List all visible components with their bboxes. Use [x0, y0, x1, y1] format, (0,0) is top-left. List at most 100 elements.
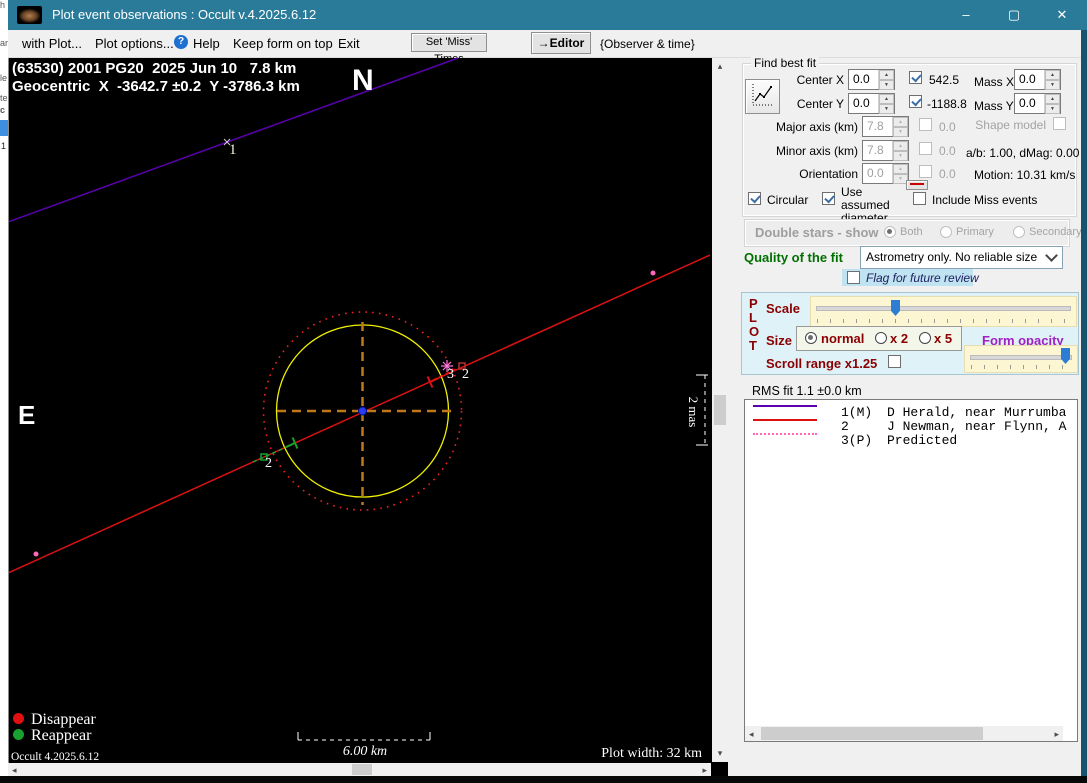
- double-secondary-label: Secondary: [1029, 226, 1082, 238]
- observer-id: 3(P): [841, 433, 872, 448]
- reappear-dot: [13, 729, 24, 740]
- plot-horizontal-scrollbar[interactable]: ◂ ▸: [8, 763, 711, 776]
- bg-fragment: 1: [1, 141, 6, 151]
- observer-name: Predicted: [887, 433, 957, 448]
- observer-row[interactable]: 2 J Newman, near Flynn, A: [745, 419, 1077, 434]
- scroll-left-arrow[interactable]: ◂: [12, 765, 17, 776]
- occult-version-label: Occult 4.2025.6.12: [11, 751, 99, 763]
- flag-review-checkbox[interactable]: [847, 271, 860, 284]
- scroll-up-arrow[interactable]: ▴: [712, 61, 728, 72]
- legend-disappear-label: Disappear: [31, 711, 96, 728]
- chord2-number-upper: 2: [462, 367, 469, 383]
- bg-fragment: c: [0, 105, 5, 115]
- plot-header-line2: Geocentric X -3642.7 ±0.2 Y -3786.3 km: [12, 78, 300, 95]
- predicted-point-lower: [34, 552, 39, 557]
- minor-axis-label: Minor axis (km): [740, 144, 858, 158]
- horizontal-scroll-thumb[interactable]: [352, 764, 372, 775]
- major-axis-alt-value: 0.0: [939, 120, 956, 134]
- scroll-range-label: Scroll range x1.25: [766, 356, 877, 371]
- control-panel: Find best fit Center X 0.0▲▼ 542.5 Mass …: [728, 58, 1081, 776]
- chart-icon: [747, 80, 778, 111]
- menu-help[interactable]: Help: [193, 36, 220, 51]
- plot-vertical-scrollbar[interactable]: ▴ ▾: [712, 58, 728, 762]
- motion-label: Motion: 10.31 km/s: [974, 168, 1075, 182]
- orientation-checkbox: [919, 165, 932, 178]
- observer-listbox[interactable]: 1(M) D Herald, near Murrumba 2 J Newman,…: [744, 399, 1078, 742]
- double-secondary-radio: [1013, 226, 1025, 238]
- scale-bar: [298, 732, 430, 740]
- scale-slider[interactable]: [810, 296, 1077, 327]
- use-assumed-checkbox[interactable]: [822, 192, 835, 205]
- legend-reappear-label: Reappear: [31, 727, 91, 744]
- form-opacity-slider[interactable]: [964, 345, 1078, 373]
- plot-options-panel: P L O T Scale Size normal x 2 x 5 Form o…: [741, 292, 1079, 375]
- observer-scroll-right-arrow[interactable]: ▸: [1054, 729, 1059, 740]
- disappear-dot: [13, 713, 24, 724]
- minimize-button[interactable]: –: [945, 0, 987, 30]
- size-normal-radio[interactable]: [805, 332, 817, 344]
- observer-row[interactable]: 1(M) D Herald, near Murrumba: [745, 405, 1077, 420]
- center-x-spinner[interactable]: 0.0▲▼: [848, 69, 895, 90]
- close-button[interactable]: ✕: [1041, 0, 1083, 30]
- include-miss-checkbox[interactable]: [913, 192, 926, 205]
- size-x5-label: x 5: [934, 331, 952, 346]
- major-axis-checkbox: [919, 118, 932, 131]
- fit-chart-button[interactable]: [745, 79, 780, 114]
- mass-y-label: Mass Y: [974, 99, 1014, 113]
- find-best-fit-label: Find best fit: [751, 56, 819, 70]
- maximize-button[interactable]: ▢: [993, 0, 1035, 30]
- include-miss-label: Include Miss events: [932, 193, 1037, 207]
- observer-id: 2: [841, 419, 849, 434]
- chord1-line-sample: [753, 405, 817, 407]
- observer-list-scrollbar[interactable]: ◂ ▸: [745, 726, 1063, 741]
- mass-y-spinner[interactable]: 0.0▲▼: [1014, 93, 1061, 114]
- title-bar: Plot event observations : Occult v.4.202…: [8, 0, 1087, 30]
- circular-checkbox[interactable]: [748, 192, 761, 205]
- x-offset-checkbox[interactable]: [909, 71, 922, 84]
- form-opacity-thumb[interactable]: [1061, 348, 1070, 364]
- vertical-scroll-thumb[interactable]: [714, 395, 726, 425]
- app-icon: [17, 6, 42, 24]
- size-x2-radio[interactable]: [875, 332, 887, 344]
- rms-fit-label: RMS fit 1.1 ±0.0 km: [752, 384, 862, 398]
- mass-x-spinner[interactable]: 0.0▲▼: [1014, 69, 1061, 90]
- help-icon[interactable]: ?: [174, 35, 188, 49]
- center-y-spinner[interactable]: 0.0▲▼: [848, 93, 895, 114]
- y-offset-checkbox[interactable]: [909, 95, 922, 108]
- menu-plot-options[interactable]: Plot options...: [95, 36, 174, 51]
- chord3-line-sample: [753, 433, 817, 435]
- plot-header-line1: (63530) 2001 PG20 2025 Jun 10 7.8 km: [12, 60, 296, 77]
- double-both-label: Both: [900, 226, 923, 238]
- major-axis-spinner: 7.8▲▼: [862, 116, 909, 137]
- observer-scroll-thumb[interactable]: [761, 727, 983, 740]
- menu-exit[interactable]: Exit: [338, 36, 360, 51]
- quality-dropdown[interactable]: Astrometry only. No reliable size: [860, 246, 1063, 269]
- window-title: Plot event observations : Occult v.4.202…: [52, 7, 316, 22]
- bg-fragment: le: [0, 73, 7, 83]
- center-point: [359, 407, 367, 415]
- chord3-number: 3: [447, 367, 454, 383]
- editor-button[interactable]: →Editor: [531, 32, 591, 54]
- window-right-border: [1081, 30, 1087, 776]
- bg-fragment: ar: [0, 38, 8, 48]
- set-miss-times-button[interactable]: Set 'Miss' Times: [411, 33, 487, 52]
- observer-row[interactable]: 3(P) Predicted: [745, 433, 1077, 448]
- scroll-right-arrow[interactable]: ▸: [702, 765, 707, 776]
- shape-model-checkbox: [1053, 117, 1066, 130]
- menu-keep-on-top[interactable]: Keep form on top: [233, 36, 333, 51]
- size-label: Size: [766, 333, 792, 348]
- size-x5-radio[interactable]: [919, 332, 931, 344]
- plot-letter-t: T: [749, 338, 757, 353]
- scroll-down-arrow[interactable]: ▾: [712, 748, 728, 759]
- observer-scroll-left-arrow[interactable]: ◂: [749, 729, 754, 740]
- window-bottom-edge: [0, 776, 1087, 783]
- scale-slider-thumb[interactable]: [891, 300, 900, 316]
- orientation-alt-value: 0.0: [939, 167, 956, 181]
- bg-fragment: h: [0, 0, 5, 10]
- menu-with-plot[interactable]: with Plot...: [22, 36, 82, 51]
- major-axis-label: Major axis (km): [740, 120, 858, 134]
- observer-name: J Newman, near Flynn, A: [887, 419, 1066, 434]
- chord1-number: 1: [229, 142, 237, 159]
- dropdown-chevron-icon: [1045, 249, 1058, 262]
- scroll-range-checkbox[interactable]: [888, 355, 901, 368]
